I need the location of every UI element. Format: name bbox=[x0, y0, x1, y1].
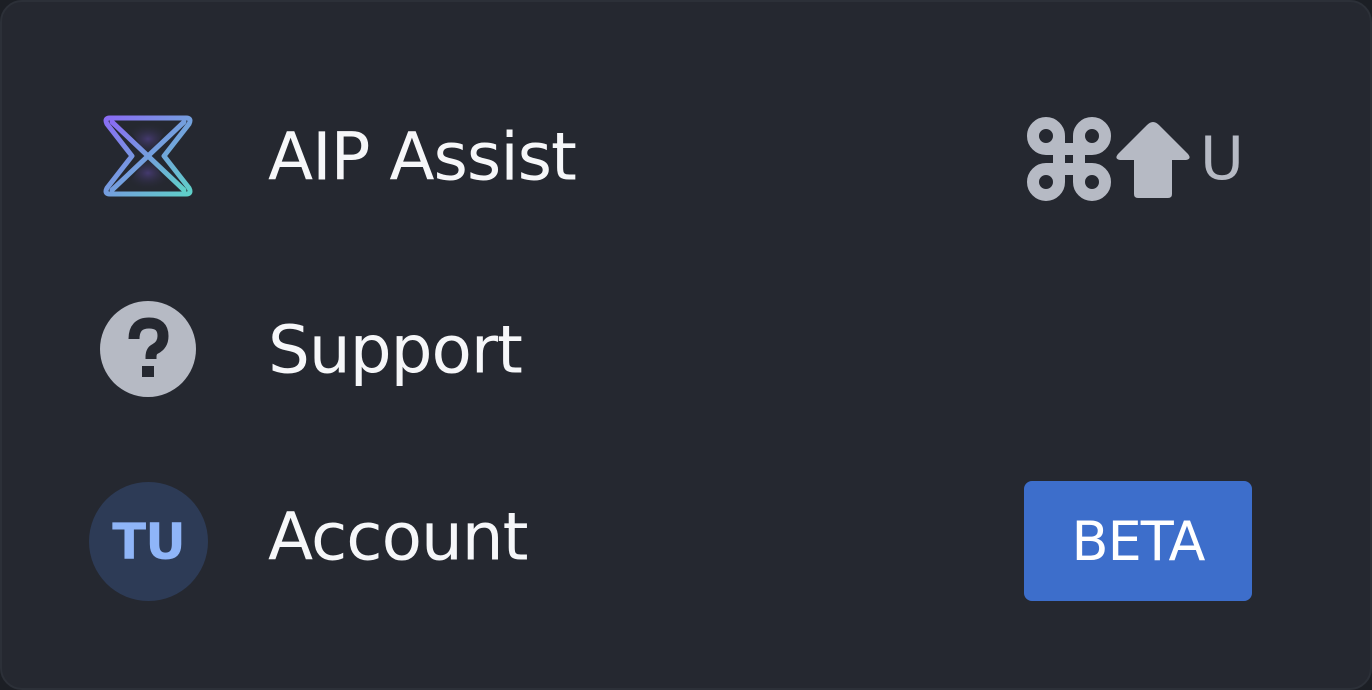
shortcut-key: U bbox=[1200, 124, 1244, 194]
keyboard-shortcut: U bbox=[1026, 116, 1244, 202]
menu-item-support[interactable]: Support bbox=[2, 275, 1372, 425]
avatar: TU bbox=[89, 482, 208, 601]
aip-logo-icon bbox=[98, 112, 198, 200]
help-circle-icon bbox=[100, 301, 196, 397]
menu-item-label: Support bbox=[268, 311, 523, 389]
menu-item-aip-assist[interactable]: AIP Assist U bbox=[2, 82, 1372, 232]
shift-icon bbox=[1114, 118, 1192, 200]
command-icon bbox=[1026, 116, 1112, 202]
menu-item-label: AIP Assist bbox=[268, 118, 577, 196]
menu-item-account[interactable]: TU Account BETA bbox=[2, 462, 1372, 612]
menu-item-label: Account bbox=[268, 498, 528, 576]
user-menu-panel: AIP Assist U Support TU Account BETA bbox=[0, 0, 1372, 690]
beta-badge: BETA bbox=[1024, 481, 1252, 601]
